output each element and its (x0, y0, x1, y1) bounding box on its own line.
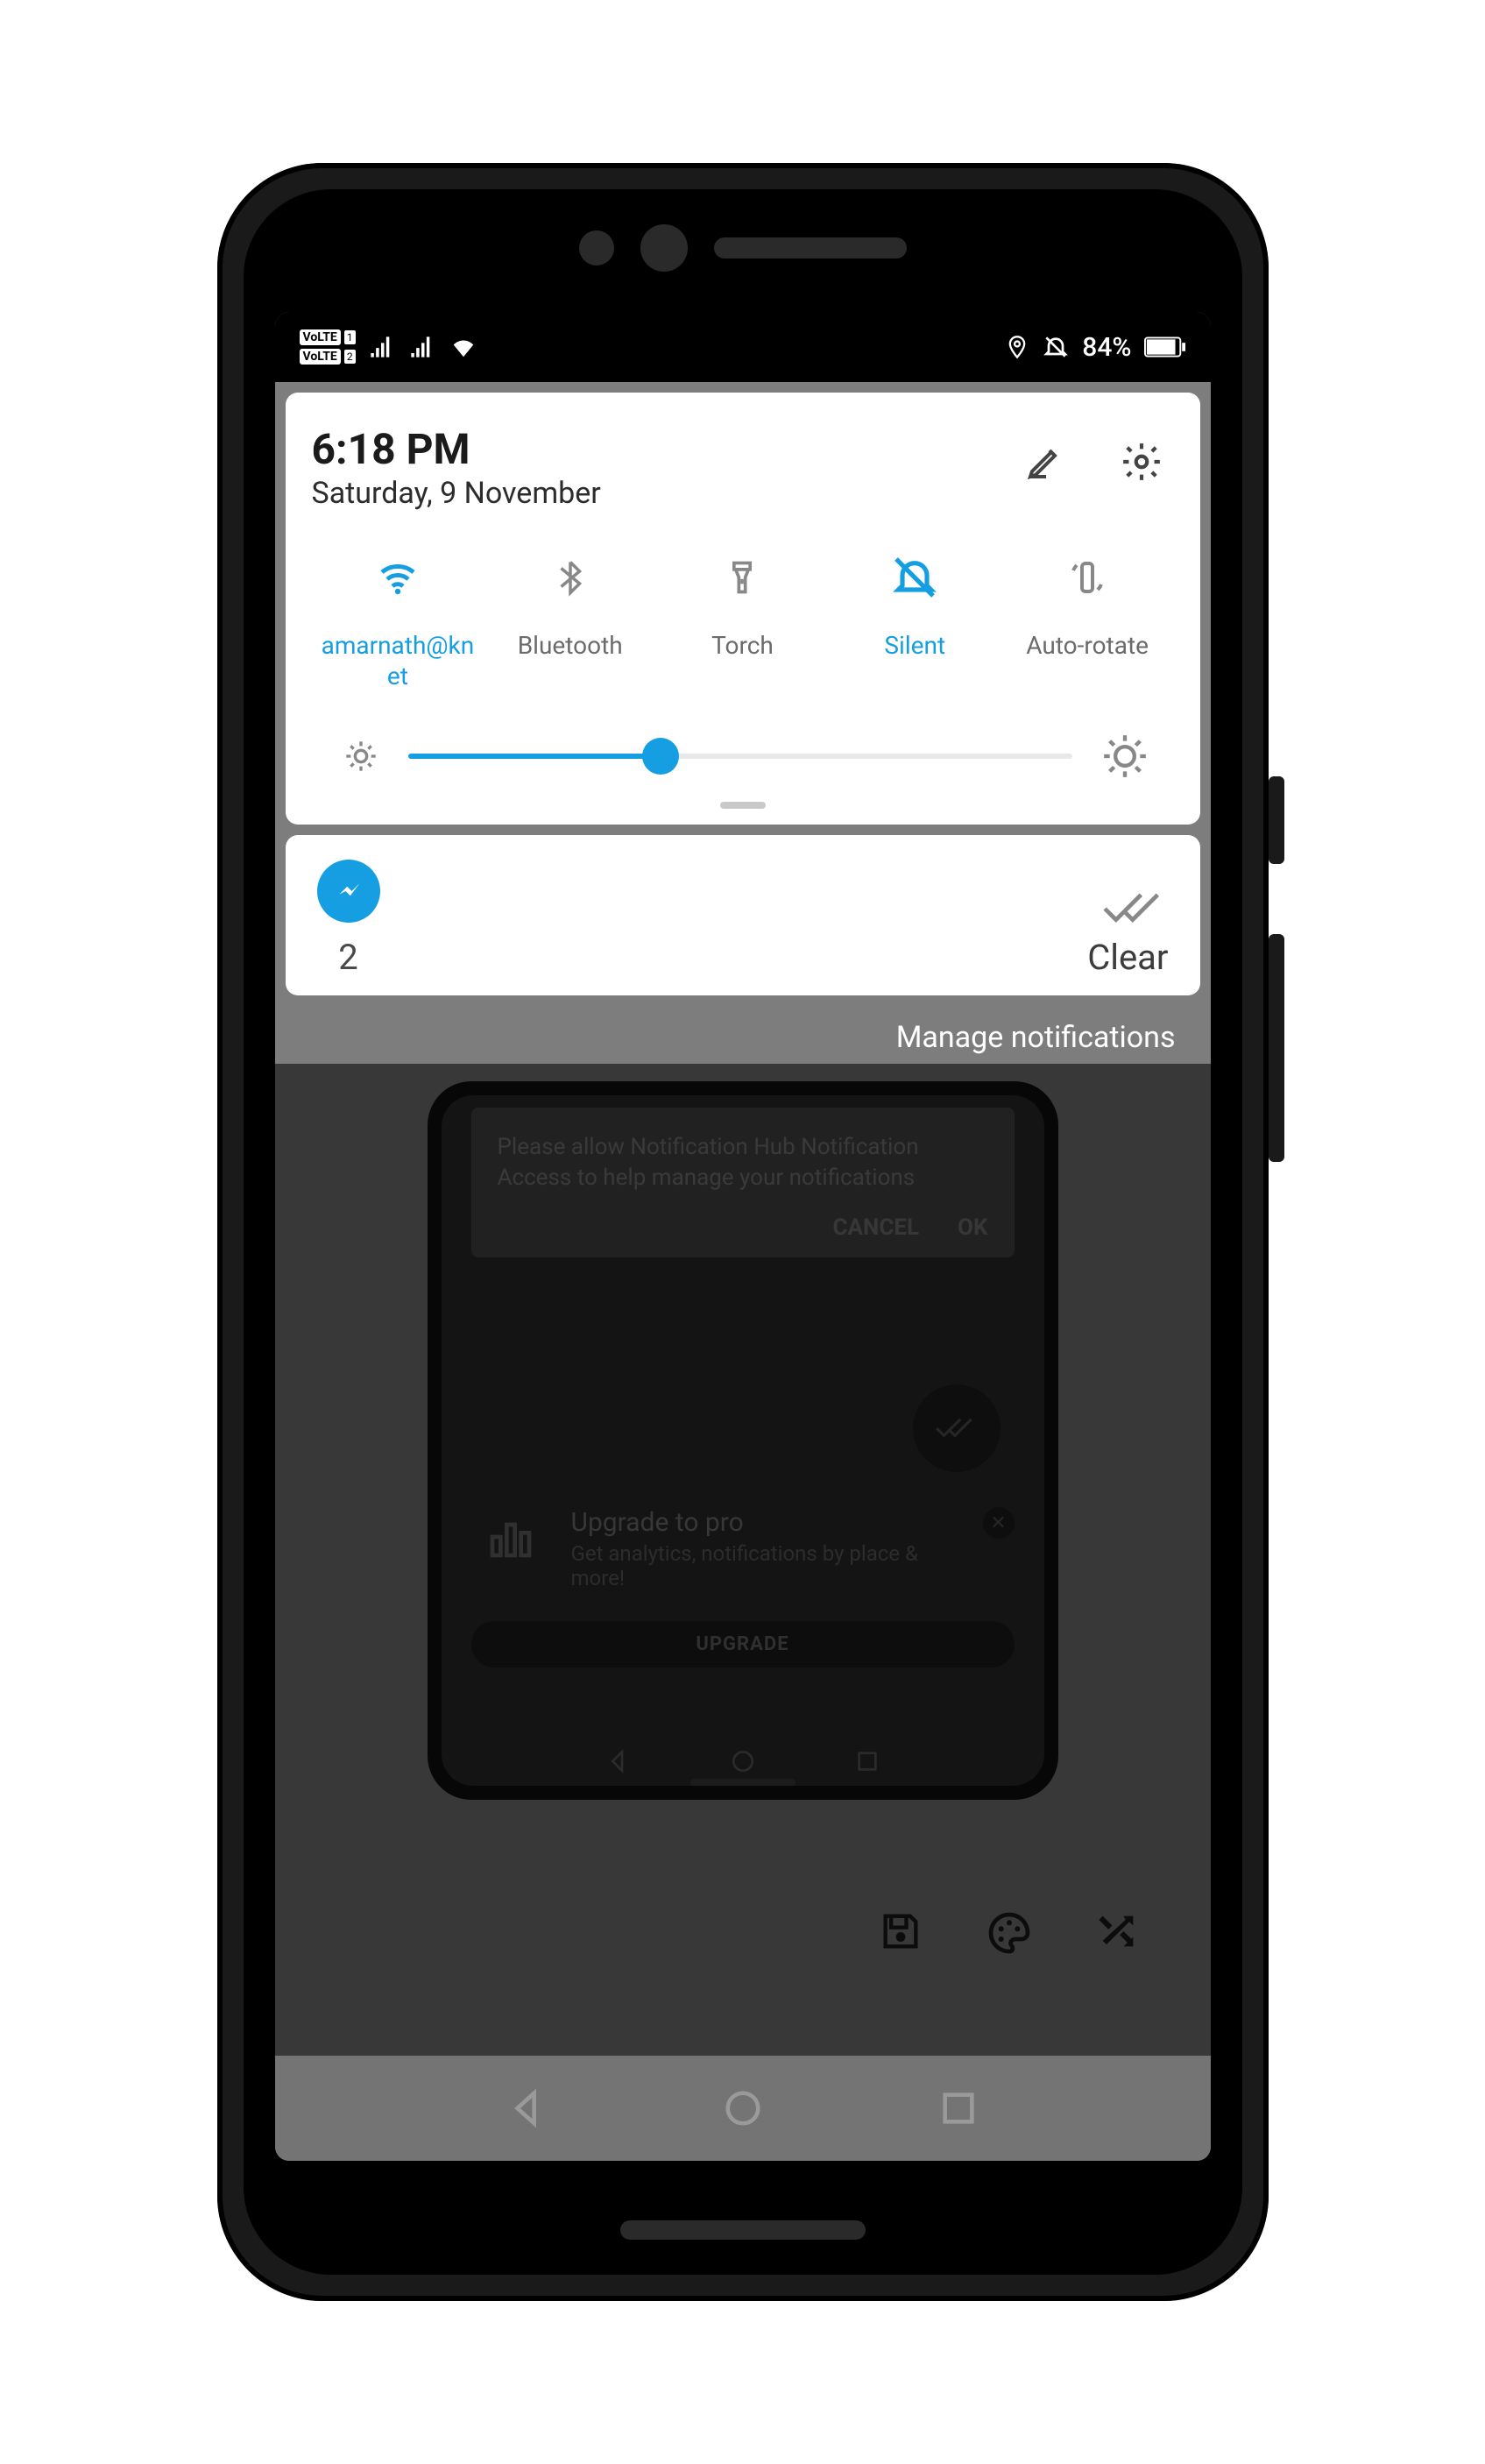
qs-tiles: amarnath@knet Bluetooth Torch (312, 551, 1174, 691)
nav-back-icon[interactable] (507, 2088, 548, 2128)
notification-count: 2 (338, 937, 357, 978)
qs-date: Saturday, 9 November (312, 476, 601, 511)
signal-icon-1 (366, 335, 396, 359)
auto-rotate-icon (1063, 551, 1112, 604)
messenger-icon (317, 860, 380, 923)
panel-drag-handle[interactable] (720, 802, 766, 809)
fab-check-icon[interactable] (913, 1384, 1001, 1472)
notification-group[interactable]: 2 Clear (286, 835, 1200, 995)
save-icon[interactable] (878, 1908, 923, 1958)
sun-large-icon (1102, 733, 1148, 779)
bottom-speaker (620, 2220, 866, 2240)
upgrade-button[interactable]: UPGRADE (471, 1621, 1015, 1667)
side-button-2 (1269, 934, 1284, 1162)
home-icon[interactable] (729, 1747, 757, 1775)
clear-button[interactable]: Clear (1087, 937, 1168, 978)
upgrade-title: Upgrade to pro (571, 1507, 957, 1538)
recents-icon[interactable] (853, 1747, 881, 1775)
sim-badge-1: 1 (344, 330, 356, 344)
tile-rotate-label: Auto-rotate (1026, 630, 1149, 661)
tile-silent[interactable]: Silent (829, 551, 1001, 691)
battery-percent: 84% (1082, 332, 1131, 363)
shuffle-icon[interactable] (1095, 1908, 1141, 1958)
wifi-status-icon (447, 334, 480, 360)
qs-time: 6:18 PM (312, 424, 601, 474)
screen: VoLTE 1 VoLTE 2 (275, 312, 1211, 2161)
tile-torch[interactable]: Torch (656, 551, 829, 691)
wifi-icon (372, 551, 423, 604)
sim-badge-2: 2 (344, 350, 356, 364)
inner-phone-mock: Please allow Notification Hub Notificati… (428, 1081, 1058, 1800)
bar-chart-icon (471, 1507, 550, 1561)
edit-icon[interactable] (1025, 440, 1067, 484)
phone-frame: VoLTE 1 VoLTE 2 (217, 163, 1269, 2301)
manage-notifications-link[interactable]: Manage notifications (275, 995, 1211, 1064)
background-content: Please allow Notification Hub Notificati… (275, 1064, 1211, 2080)
side-button-1 (1269, 776, 1284, 864)
nav-recents-icon[interactable] (938, 2088, 979, 2128)
brightness-row (312, 733, 1174, 779)
inner-home-indicator (690, 1779, 796, 1786)
nav-home-icon[interactable] (723, 2088, 763, 2128)
volte-badge-1: VoLTE (300, 329, 341, 345)
tile-torch-label: Torch (711, 630, 774, 661)
back-icon[interactable] (605, 1747, 633, 1775)
camera-dot (640, 224, 688, 272)
clear-check-icon[interactable] (1102, 891, 1169, 926)
battery-icon (1144, 336, 1186, 358)
inner-nav-bar (442, 1747, 1044, 1775)
location-icon (1005, 335, 1029, 359)
modal-cancel-button[interactable]: CANCEL (833, 1213, 920, 1243)
sensor-bar (244, 224, 1242, 272)
status-bar: VoLTE 1 VoLTE 2 (275, 312, 1211, 382)
permission-modal: Please allow Notification Hub Notificati… (471, 1108, 1015, 1257)
tile-silent-label: Silent (884, 630, 945, 661)
earpiece-speaker (714, 237, 907, 258)
quick-settings-panel: 6:18 PM Saturday, 9 November (286, 393, 1200, 825)
upgrade-card: Upgrade to pro Get analytics, notificati… (471, 1507, 1015, 1590)
floating-toolbar (878, 1908, 1141, 1958)
system-nav-bar (275, 2056, 1211, 2161)
upgrade-subtitle: Get analytics, notifications by place & … (571, 1541, 957, 1590)
tile-wifi-label: amarnath@knet (319, 630, 477, 691)
tile-auto-rotate[interactable]: Auto-rotate (1001, 551, 1174, 691)
signal-icon-2 (407, 335, 436, 359)
torch-icon (723, 551, 761, 604)
bluetooth-icon (552, 551, 589, 604)
modal-ok-button[interactable]: OK (958, 1213, 987, 1243)
brightness-slider[interactable] (408, 753, 1072, 760)
tile-bt-label: Bluetooth (518, 630, 623, 661)
tile-wifi[interactable]: amarnath@knet (312, 551, 484, 691)
close-icon[interactable]: ✕ (983, 1507, 1015, 1539)
modal-text: Please allow Notification Hub Notificati… (498, 1132, 988, 1193)
volte-badge-2: VoLTE (300, 349, 341, 365)
sun-small-icon (343, 739, 378, 774)
gear-icon[interactable] (1120, 440, 1163, 484)
silent-icon (890, 551, 939, 604)
tile-bluetooth[interactable]: Bluetooth (484, 551, 656, 691)
silent-status-icon (1042, 333, 1070, 361)
palette-icon[interactable] (985, 1908, 1034, 1958)
sensor-dot (579, 230, 614, 266)
